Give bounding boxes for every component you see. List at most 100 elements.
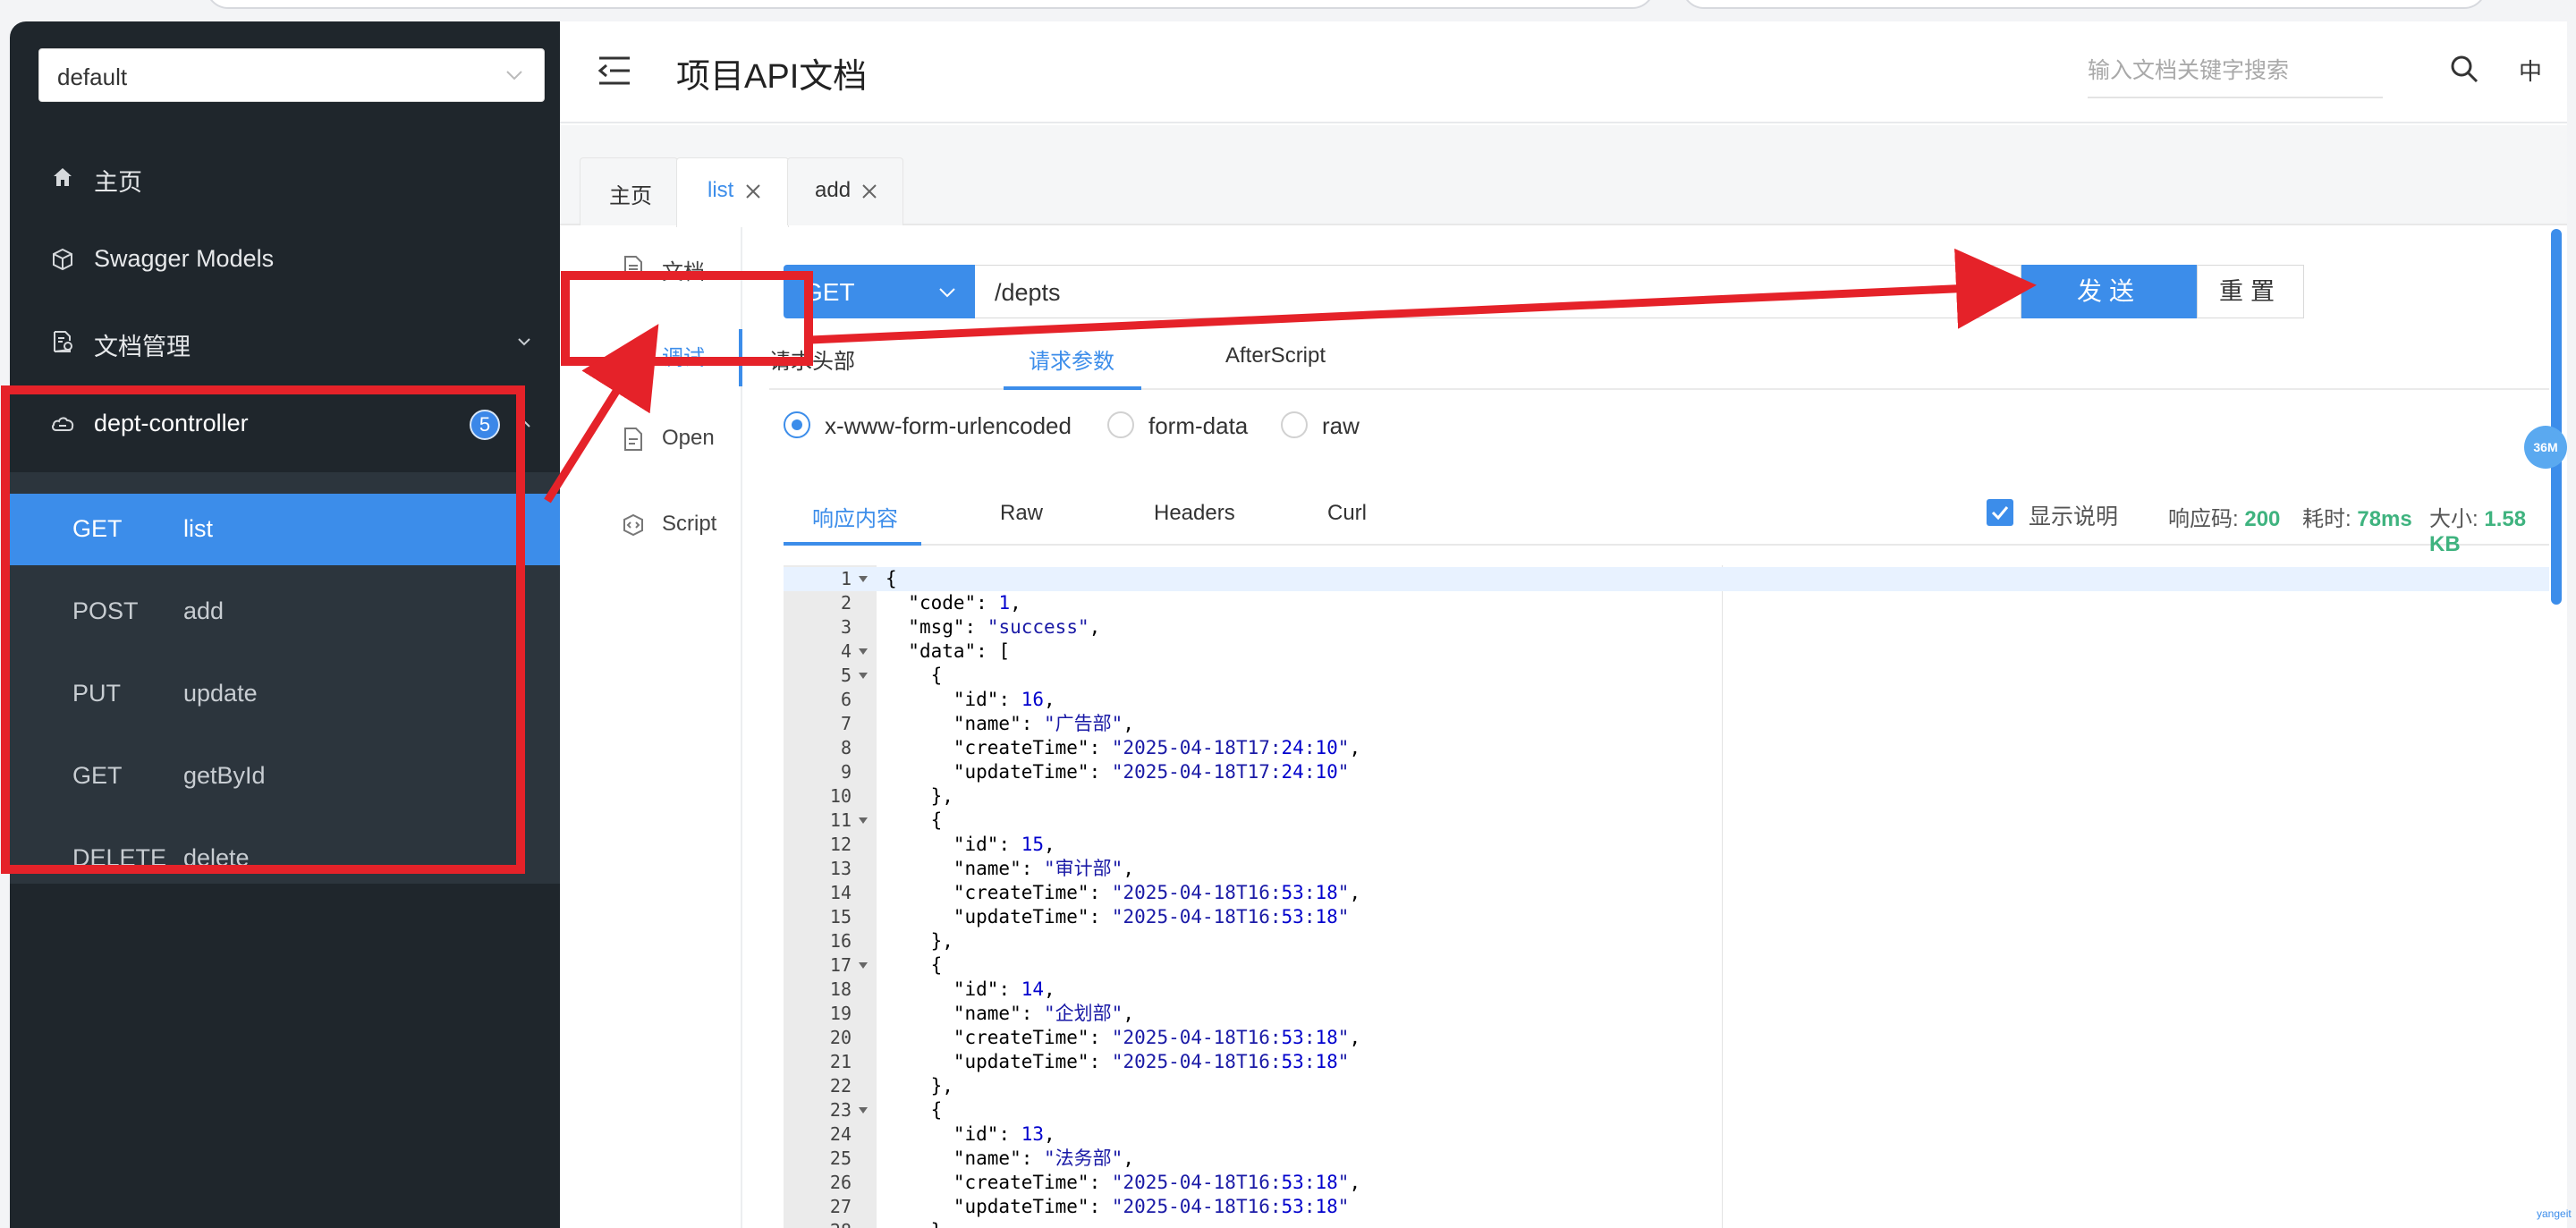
code-line: 3 "msg": "success", bbox=[784, 615, 2549, 639]
fold-arrow-icon[interactable] bbox=[859, 962, 868, 970]
home-icon bbox=[54, 168, 72, 186]
code-text: "updateTime": "2025-04-18T16:53:18" bbox=[953, 1196, 1350, 1217]
tab-home[interactable]: 主页 bbox=[580, 157, 678, 225]
app-window: default 主页 Swagger Models 文档管理 dept-cont… bbox=[0, 0, 2576, 1228]
status-code-label: 响应码: 200 bbox=[2168, 507, 2281, 531]
api-item-delete-delete[interactable]: DELETE delete bbox=[10, 823, 560, 894]
code-text: "updateTime": "2025-04-18T16:53:18" bbox=[953, 906, 1350, 927]
tab-response-content[interactable]: 响应内容 bbox=[812, 501, 898, 532]
fold-arrow-icon[interactable] bbox=[859, 817, 868, 825]
subnav-script[interactable]: Script bbox=[560, 485, 742, 567]
code-text: "name": "广告部", bbox=[953, 713, 1134, 734]
code-line: 4 "data": [ bbox=[784, 639, 2549, 664]
reset-button[interactable]: 重置 bbox=[2197, 265, 2304, 318]
api-path: delete bbox=[183, 844, 250, 871]
memory-badge: 36M bbox=[2524, 426, 2567, 469]
tab-list[interactable]: list bbox=[676, 157, 789, 227]
radio-form-data[interactable] bbox=[1107, 411, 1134, 438]
api-method: GET bbox=[72, 762, 123, 789]
code-text: "createTime": "2025-04-18T16:53:18", bbox=[953, 1027, 1361, 1048]
radio-urlencoded[interactable] bbox=[784, 411, 810, 438]
subnav-doc[interactable]: 文档 bbox=[560, 227, 742, 309]
response-editor[interactable]: 1{2 "code": 1, 3 "msg": "success", 4 "data… bbox=[784, 565, 2549, 1228]
scrollbar[interactable] bbox=[2551, 229, 2562, 605]
api-list: GET list POST add PUT update GET getById… bbox=[10, 472, 560, 884]
line-number: 28 bbox=[784, 1219, 852, 1228]
subnav-debug[interactable]: 调试 bbox=[560, 313, 742, 395]
code-text: "id": 15, bbox=[953, 834, 1055, 855]
line-number: 23 bbox=[829, 1099, 852, 1121]
api-item-put-update[interactable]: PUT update bbox=[10, 658, 560, 730]
language-toggle[interactable]: 中 bbox=[2519, 54, 2542, 87]
line-number: 6 bbox=[840, 689, 852, 710]
tab-response-raw[interactable]: Raw bbox=[1000, 501, 1043, 526]
file-icon bbox=[624, 256, 642, 279]
api-item-get-getbyid[interactable]: GET getById bbox=[10, 741, 560, 812]
code-line: 26 "createTime": "2025-04-18T16:53:18", bbox=[784, 1171, 2549, 1195]
api-item-post-add[interactable]: POST add bbox=[10, 576, 560, 648]
search-input[interactable] bbox=[2088, 48, 2383, 93]
chevron-down-icon bbox=[518, 338, 530, 346]
group-select[interactable]: default bbox=[38, 48, 545, 102]
line-number: 19 bbox=[829, 1003, 852, 1024]
fold-arrow-icon[interactable] bbox=[859, 1107, 868, 1114]
subnav-label: 调试 bbox=[662, 346, 705, 370]
api-method: PUT bbox=[72, 680, 121, 707]
code-line: 2 "code": 1, bbox=[784, 591, 2549, 615]
tab-label: add bbox=[815, 178, 852, 202]
sidebar-item-dept-controller[interactable]: dept-controller 5 bbox=[10, 383, 560, 463]
url-input[interactable]: /depts bbox=[975, 265, 2021, 318]
sidebar-item-doc-management[interactable]: 文档管理 bbox=[10, 301, 560, 381]
code-icon bbox=[623, 513, 643, 537]
api-method: DELETE bbox=[72, 844, 167, 871]
code-line: 20 "createTime": "2025-04-18T16:53:18", bbox=[784, 1026, 2549, 1050]
bug-icon bbox=[623, 343, 643, 364]
code-line: 22 }, bbox=[784, 1074, 2549, 1098]
radio-raw[interactable] bbox=[1281, 411, 1308, 438]
close-icon[interactable] bbox=[861, 183, 877, 199]
group-select-value: default bbox=[57, 64, 128, 90]
code-line: 14 "createTime": "2025-04-18T16:53:18", bbox=[784, 881, 2549, 905]
code-text: "msg": "success", bbox=[908, 616, 1101, 638]
tab-response-headers[interactable]: Headers bbox=[1154, 501, 1235, 526]
send-button[interactable]: 发送 bbox=[2021, 265, 2197, 318]
code-line: 9 "updateTime": "2025-04-18T17:24:10" bbox=[784, 760, 2549, 784]
line-number: 4 bbox=[840, 640, 852, 662]
tab-request-params[interactable]: 请求参数 bbox=[1029, 343, 1114, 375]
subnav-open[interactable]: Open bbox=[560, 399, 742, 481]
code-line: 12 "id": 15, bbox=[784, 833, 2549, 857]
browser-address-bar[interactable] bbox=[206, 0, 1655, 9]
status-code-value: 200 bbox=[2244, 507, 2281, 531]
tab-request-headers[interactable]: 请求头部 bbox=[769, 343, 855, 375]
radio-label: form-data bbox=[1148, 412, 1249, 439]
fold-arrow-icon[interactable] bbox=[859, 673, 868, 680]
subnav-label: Open bbox=[662, 426, 715, 450]
api-method: POST bbox=[72, 597, 139, 624]
line-number: 24 bbox=[829, 1123, 852, 1145]
tab-response-curl[interactable]: Curl bbox=[1327, 501, 1367, 526]
sidebar-item-swagger-models[interactable]: Swagger Models bbox=[10, 218, 560, 299]
fold-arrow-icon[interactable] bbox=[859, 576, 868, 583]
api-item-get-list[interactable]: GET list bbox=[10, 494, 560, 565]
chevron-down-icon bbox=[939, 288, 955, 298]
header: 项目API文档 中 bbox=[560, 21, 2567, 123]
response-tabs: 响应内容 Raw Headers Curl 显示说明 响应码: 200 耗时: … bbox=[784, 481, 2549, 556]
code-line: 6 "id": 16, bbox=[784, 688, 2549, 712]
code-text: { bbox=[886, 568, 897, 589]
close-icon[interactable] bbox=[745, 183, 761, 199]
method-select[interactable]: GET bbox=[784, 265, 975, 318]
tab-add[interactable]: add bbox=[787, 157, 903, 225]
tab-after-script[interactable]: AfterScript bbox=[1225, 343, 1326, 368]
show-desc-checkbox[interactable] bbox=[1987, 499, 2013, 526]
sidebar-item-home[interactable]: 主页 bbox=[10, 136, 560, 216]
fold-arrow-icon[interactable] bbox=[859, 648, 868, 656]
doc-subnav: 文档 调试 Open Script bbox=[560, 227, 742, 1228]
code-text: "name": "法务部", bbox=[953, 1148, 1134, 1169]
search-icon[interactable] bbox=[2449, 54, 2479, 84]
menu-collapse-icon[interactable] bbox=[597, 55, 631, 86]
code-line: 28 }, bbox=[784, 1219, 2549, 1228]
chevron-down-icon bbox=[506, 71, 522, 80]
line-number: 27 bbox=[829, 1196, 852, 1217]
api-count-badge: 5 bbox=[470, 410, 500, 440]
browser-search-bar[interactable] bbox=[1682, 0, 2487, 9]
